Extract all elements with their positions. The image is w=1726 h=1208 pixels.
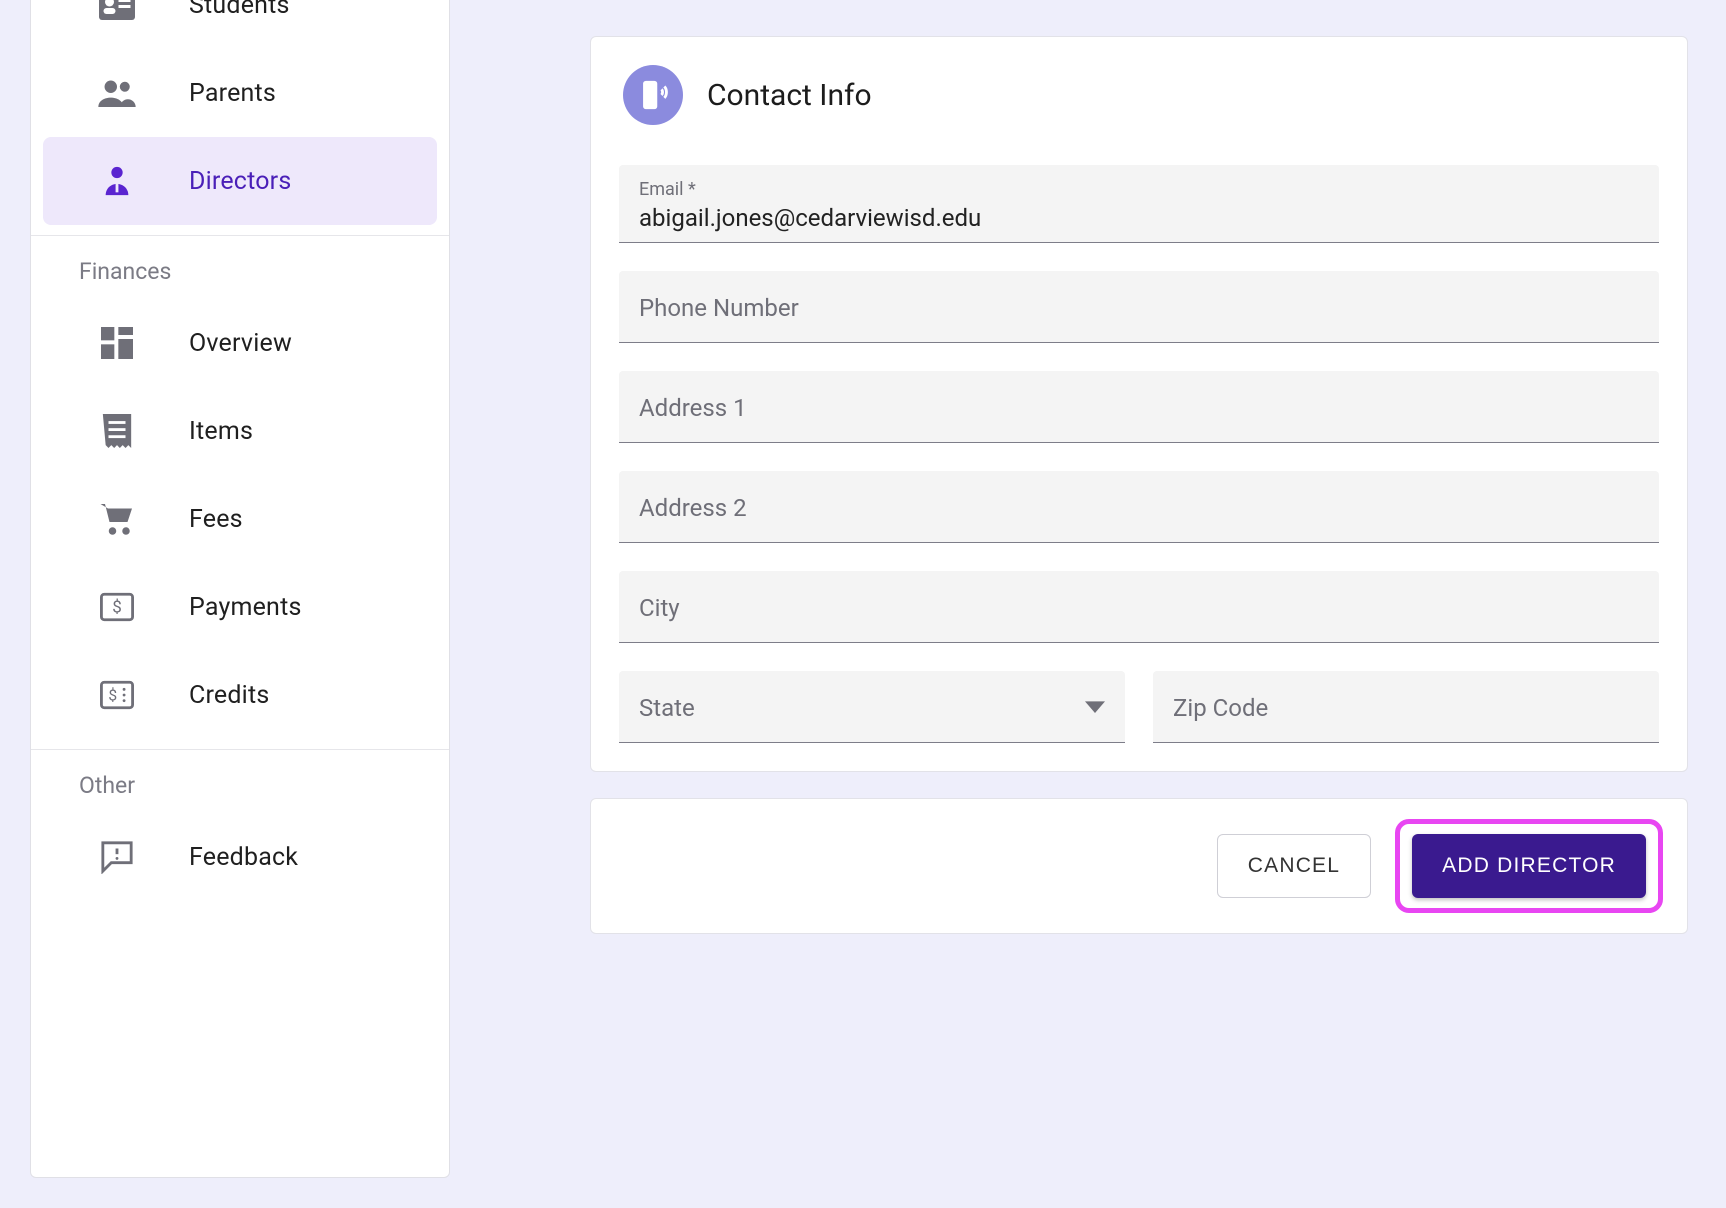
section-header-finances: Finances	[31, 235, 449, 299]
svg-text:$: $	[108, 687, 117, 705]
action-bar: CANCEL ADD DIRECTOR	[590, 798, 1688, 934]
credits-icon: $	[95, 673, 139, 717]
field-label: Email *	[639, 179, 1639, 200]
field-placeholder: State	[639, 694, 695, 722]
sidebar-item-label: Payments	[189, 593, 302, 622]
sidebar-item-label: Fees	[189, 505, 243, 534]
field-placeholder: City	[639, 594, 1639, 622]
field-placeholder: Phone Number	[639, 294, 1639, 322]
feedback-icon	[95, 835, 139, 879]
sidebar-item-feedback[interactable]: Feedback	[43, 813, 437, 901]
sidebar-item-label: Parents	[189, 79, 276, 108]
sidebar-item-fees[interactable]: Fees	[43, 475, 437, 563]
card-title: Contact Info	[707, 78, 872, 113]
sidebar-item-label: Directors	[189, 167, 291, 196]
sidebar-item-payments[interactable]: $ Payments	[43, 563, 437, 651]
highlight-ring: ADD DIRECTOR	[1395, 819, 1663, 913]
money-icon: $	[95, 585, 139, 629]
phone-ring-icon	[623, 65, 683, 125]
badge-icon	[95, 0, 139, 27]
state-select[interactable]: State	[619, 671, 1125, 743]
sidebar-item-items[interactable]: Items	[43, 387, 437, 475]
dashboard-icon	[95, 321, 139, 365]
section-header-other: Other	[31, 749, 449, 813]
field-placeholder: Address 2	[639, 494, 1639, 522]
sidebar: Students Parents Directors Finances Over…	[30, 0, 450, 1178]
chevron-down-icon	[1085, 701, 1105, 715]
card-header: Contact Info	[619, 65, 1659, 125]
sidebar-item-students[interactable]: Students	[43, 0, 437, 49]
zip-field[interactable]: Zip Code	[1153, 671, 1659, 743]
email-field[interactable]: Email * abigail.jones@cedarviewisd.edu	[619, 165, 1659, 243]
person-tie-icon	[95, 159, 139, 203]
sidebar-item-label: Items	[189, 417, 253, 446]
sidebar-item-label: Students	[189, 0, 290, 20]
svg-text:$: $	[112, 598, 122, 618]
phone-field[interactable]: Phone Number	[619, 271, 1659, 343]
sidebar-item-directors[interactable]: Directors	[43, 137, 437, 225]
sidebar-item-label: Feedback	[189, 843, 298, 872]
receipt-icon	[95, 409, 139, 453]
city-field[interactable]: City	[619, 571, 1659, 643]
people-icon	[95, 71, 139, 115]
main-content: Contact Info Email * abigail.jones@cedar…	[450, 0, 1726, 1208]
sidebar-item-label: Credits	[189, 681, 269, 710]
field-value: abigail.jones@cedarviewisd.edu	[639, 204, 1639, 232]
cart-icon	[95, 497, 139, 541]
field-placeholder: Zip Code	[1173, 694, 1639, 722]
sidebar-item-parents[interactable]: Parents	[43, 49, 437, 137]
field-placeholder: Address 1	[639, 394, 1639, 422]
sidebar-item-overview[interactable]: Overview	[43, 299, 437, 387]
address2-field[interactable]: Address 2	[619, 471, 1659, 543]
contact-info-card: Contact Info Email * abigail.jones@cedar…	[590, 36, 1688, 772]
add-director-button[interactable]: ADD DIRECTOR	[1412, 834, 1646, 898]
cancel-button[interactable]: CANCEL	[1217, 834, 1371, 898]
sidebar-item-label: Overview	[189, 329, 292, 358]
sidebar-item-credits[interactable]: $ Credits	[43, 651, 437, 739]
address1-field[interactable]: Address 1	[619, 371, 1659, 443]
